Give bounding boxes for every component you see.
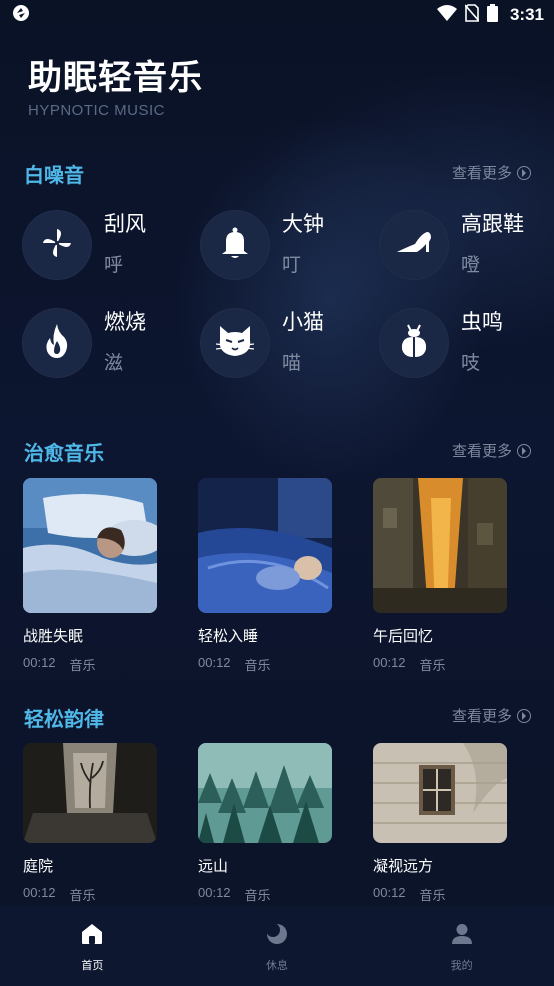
healing-more-button[interactable]: 查看更多 — [452, 440, 531, 461]
user-icon — [451, 923, 473, 949]
card-duration: 00:12 — [373, 885, 406, 900]
noise-name: 虫鸣 — [461, 309, 503, 334]
noise-sound: 喵 — [282, 351, 302, 374]
noise-icon-circle — [22, 308, 92, 378]
music-card-easy-sleep[interactable]: 轻松入睡 00:12 音乐 — [198, 478, 332, 674]
chevron-right-circle-icon — [517, 708, 531, 723]
flame-icon — [44, 323, 70, 363]
section-title-relax: 轻松韵律 — [24, 707, 104, 731]
chevron-right-circle-icon — [517, 443, 531, 458]
thumbnail-courtyard — [23, 743, 157, 843]
music-card-afternoon[interactable]: 午后回忆 00:12 音乐 — [373, 478, 507, 674]
noise-icon-circle — [379, 308, 449, 378]
card-type: 音乐 — [419, 658, 446, 673]
noise-item-cat[interactable]: 小猫 喵 — [200, 303, 370, 383]
card-title: 凝视远方 — [373, 857, 434, 875]
tab-label: 首页 — [81, 959, 104, 972]
noise-item-wind[interactable]: 刮风 呼 — [22, 205, 192, 285]
more-label: 查看更多 — [451, 707, 512, 725]
noise-item-heels[interactable]: 高跟鞋 噔 — [379, 205, 549, 285]
noise-name: 高跟鞋 — [461, 211, 524, 236]
card-duration: 00:12 — [23, 655, 56, 670]
cat-icon — [215, 324, 255, 362]
music-card-insomnia[interactable]: 战胜失眠 00:12 音乐 — [23, 478, 157, 674]
thumbnail-forest — [198, 743, 332, 843]
thumbnail-window — [373, 743, 507, 843]
card-title: 远山 — [198, 857, 229, 875]
noise-sound: 噔 — [461, 253, 481, 276]
tab-profile[interactable]: 我的 — [369, 906, 554, 986]
card-type: 音乐 — [69, 658, 96, 673]
card-duration: 00:12 — [198, 655, 231, 670]
noise-name: 大钟 — [282, 211, 324, 236]
noise-icon-circle — [200, 210, 270, 280]
section-title-healing: 治愈音乐 — [24, 441, 104, 465]
music-card-mountain[interactable]: 远山 00:12 音乐 — [198, 743, 332, 904]
tab-label: 休息 — [266, 959, 288, 972]
app-logo-icon — [12, 4, 30, 26]
bug-icon — [398, 323, 430, 363]
card-title: 战胜失眠 — [23, 627, 84, 645]
pinwheel-icon — [40, 226, 74, 264]
tab-home[interactable]: 首页 — [0, 906, 185, 986]
wifi-icon — [436, 5, 457, 25]
card-type: 音乐 — [244, 888, 271, 903]
white-noise-more-button[interactable]: 查看更多 — [452, 162, 531, 183]
card-type: 音乐 — [244, 658, 271, 673]
status-bar: 3:31 — [0, 0, 554, 30]
bell-icon — [219, 226, 251, 264]
noise-sound: 滋 — [104, 351, 124, 374]
section-title-white-noise: 白噪音 — [24, 163, 84, 187]
music-card-courtyard[interactable]: 庭院 00:12 音乐 — [23, 743, 157, 904]
chevron-right-circle-icon — [517, 165, 531, 180]
noise-name: 燃烧 — [104, 309, 146, 334]
tab-rest[interactable]: 休息 — [185, 906, 370, 986]
moon-icon — [266, 923, 288, 949]
noise-item-bell[interactable]: 大钟 叮 — [200, 205, 370, 285]
card-title: 庭院 — [23, 857, 54, 875]
thumbnail-alley — [373, 478, 507, 613]
card-duration: 00:12 — [373, 655, 406, 670]
noise-name: 刮风 — [104, 211, 146, 236]
more-label: 查看更多 — [451, 164, 512, 182]
noise-icon-circle — [379, 210, 449, 280]
more-label: 查看更多 — [451, 442, 512, 460]
card-title: 午后回忆 — [373, 627, 434, 645]
noise-item-insect[interactable]: 虫鸣 吱 — [379, 303, 549, 383]
no-sim-icon — [464, 4, 480, 26]
noise-icon-circle — [22, 210, 92, 280]
card-duration: 00:12 — [23, 885, 56, 900]
bottom-tab-bar: 首页 休息 我的 — [0, 906, 554, 986]
noise-sound: 吱 — [461, 351, 481, 374]
noise-name: 小猫 — [282, 309, 324, 334]
high-heel-icon — [395, 230, 433, 260]
tab-label: 我的 — [450, 959, 473, 972]
battery-icon — [486, 4, 498, 26]
status-time: 3:31 — [509, 5, 544, 24]
thumbnail-woman-sleeping — [23, 478, 157, 613]
noise-icon-circle — [200, 308, 270, 378]
thumbnail-baby-sleeping — [198, 478, 332, 613]
noise-sound: 呼 — [104, 253, 124, 276]
relax-more-button[interactable]: 查看更多 — [452, 705, 531, 726]
music-card-gaze[interactable]: 凝视远方 00:12 音乐 — [373, 743, 507, 904]
card-title: 轻松入睡 — [198, 627, 259, 645]
page-title: 助眠轻音乐 — [28, 58, 203, 98]
page-subtitle: HYPNOTIC MUSIC — [28, 102, 166, 119]
home-icon — [81, 923, 103, 949]
card-type: 音乐 — [69, 888, 96, 903]
card-duration: 00:12 — [198, 885, 231, 900]
noise-item-fire[interactable]: 燃烧 滋 — [22, 303, 192, 383]
noise-sound: 叮 — [282, 253, 302, 276]
card-type: 音乐 — [419, 888, 446, 903]
